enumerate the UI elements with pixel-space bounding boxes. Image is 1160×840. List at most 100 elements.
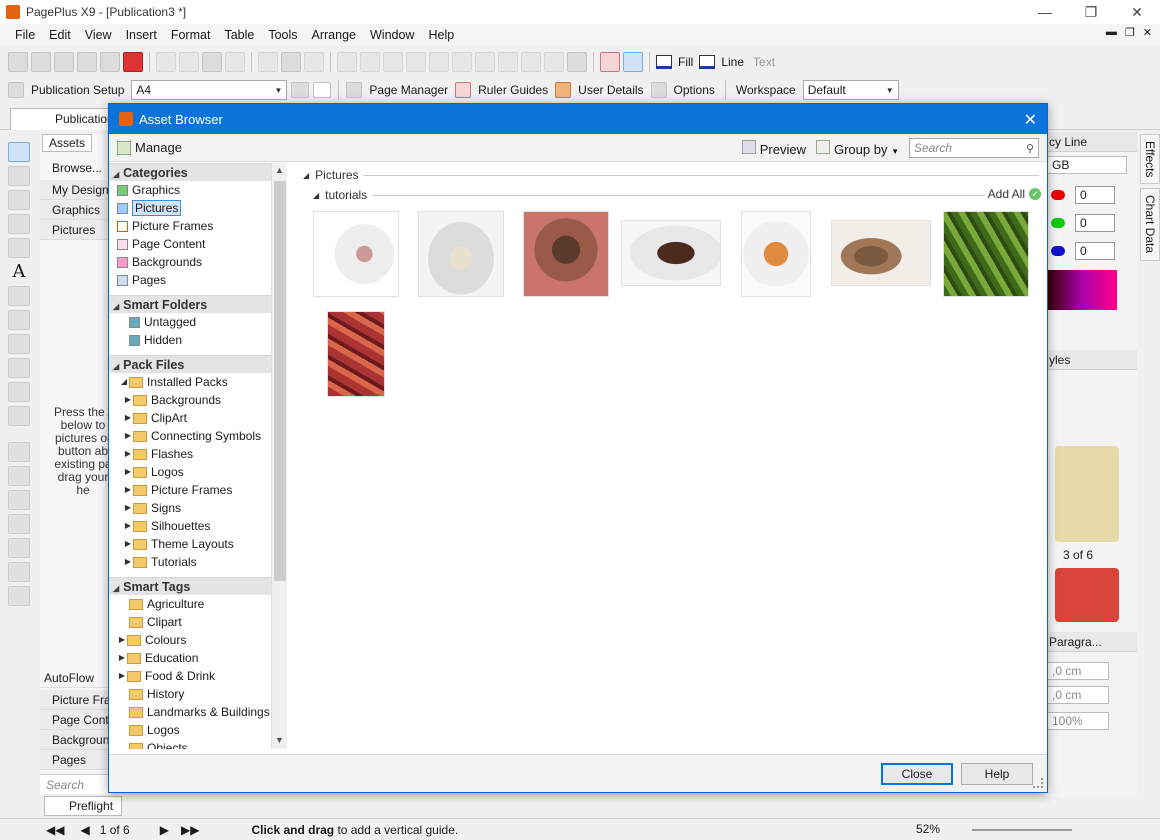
- 3d-tool-icon[interactable]: [8, 586, 30, 606]
- publication-setup-button[interactable]: Publication Setup: [31, 83, 124, 97]
- text-frame-tool-icon[interactable]: [8, 214, 30, 234]
- close-window-button[interactable]: ✕: [1114, 0, 1160, 24]
- paste-icon[interactable]: [202, 52, 222, 72]
- group-by-button[interactable]: Group by ▼: [815, 139, 899, 157]
- pencil-tool-icon[interactable]: [8, 286, 30, 306]
- fill-label[interactable]: Fill: [678, 55, 693, 69]
- send-back-icon[interactable]: [406, 52, 426, 72]
- thumbnail-dessert-plate[interactable]: [418, 211, 504, 297]
- lasso-tool-icon[interactable]: [8, 166, 30, 186]
- thumbnail-shrimp-bowl[interactable]: [741, 211, 811, 297]
- artistic-text-icon[interactable]: A: [8, 262, 30, 282]
- redo-icon[interactable]: [304, 52, 324, 72]
- assets-backgrounds[interactable]: Backgrounds: [40, 730, 110, 750]
- fill-tool-icon[interactable]: [8, 490, 30, 510]
- shape-tool-icon[interactable]: [8, 358, 30, 378]
- glass-tool-icon[interactable]: [8, 514, 30, 534]
- asset-search-input[interactable]: Search ⚲: [909, 138, 1039, 158]
- open-icon[interactable]: [31, 52, 51, 72]
- scrollbar-thumb[interactable]: [274, 181, 286, 581]
- fill-swatch-icon[interactable]: [656, 55, 672, 69]
- table-tool-icon[interactable]: [8, 238, 30, 258]
- connector-tool-icon[interactable]: [8, 382, 30, 402]
- tag-history[interactable]: History: [109, 685, 271, 703]
- scroll-up-icon[interactable]: ▲: [275, 165, 284, 175]
- mdi-restore-icon[interactable]: ❐: [1125, 26, 1135, 39]
- assets-pictures[interactable]: Pictures: [40, 220, 110, 240]
- menu-view[interactable]: View: [78, 24, 119, 46]
- tag-food-drink[interactable]: ▶ Food & Drink: [109, 667, 271, 685]
- assets-search-input[interactable]: Search: [40, 774, 110, 794]
- thumbnail-salad-dish[interactable]: [313, 211, 399, 297]
- pack-silhouettes[interactable]: ▶ Silhouettes: [109, 517, 271, 535]
- assets-tab[interactable]: Assets: [42, 134, 93, 152]
- menu-table[interactable]: Table: [217, 24, 261, 46]
- help-button[interactable]: Help: [961, 763, 1033, 785]
- ruler-guides-button[interactable]: Ruler Guides: [478, 83, 548, 97]
- tag-agriculture[interactable]: Agriculture: [109, 595, 271, 613]
- pdf-icon[interactable]: [123, 52, 143, 72]
- page-layout-icon[interactable]: [291, 82, 310, 98]
- next-page-icon[interactable]: ▶: [160, 823, 169, 837]
- line-swatch-icon[interactable]: [699, 55, 716, 69]
- smart-folder-hidden[interactable]: Hidden: [109, 331, 271, 349]
- preview-button[interactable]: Preview: [741, 139, 806, 157]
- tag-clipart[interactable]: Clipart: [109, 613, 271, 631]
- tag-education[interactable]: ▶ Education: [109, 649, 271, 667]
- pictures-group-header[interactable]: ◢ Pictures: [303, 167, 359, 183]
- mdi-close-icon[interactable]: ✕: [1143, 26, 1152, 39]
- mdi-minimize-icon[interactable]: ▬: [1106, 26, 1117, 39]
- pack-backgrounds[interactable]: ▶ Backgrounds: [109, 391, 271, 409]
- user-details-button[interactable]: User Details: [578, 83, 643, 97]
- pen-tool-icon[interactable]: [8, 310, 30, 330]
- chart-data-tab[interactable]: Chart Data: [1140, 188, 1160, 261]
- wrap-icon[interactable]: [521, 52, 541, 72]
- menu-edit[interactable]: Edit: [42, 24, 78, 46]
- category-picture-frames[interactable]: Picture Frames: [109, 217, 271, 235]
- pack-flashes[interactable]: ▶ Flashes: [109, 445, 271, 463]
- smart-tags-header[interactable]: ◢ Smart Tags: [109, 577, 271, 595]
- print-icon[interactable]: [77, 52, 97, 72]
- browse-button[interactable]: Browse...: [40, 158, 110, 178]
- group-icon[interactable]: [337, 52, 357, 72]
- effects-tab[interactable]: Effects: [1140, 134, 1160, 185]
- thumbnail-green-beans[interactable]: [943, 211, 1029, 297]
- indent-input[interactable]: ,0 cm: [1047, 662, 1109, 680]
- thumbnail-meat-greens[interactable]: [523, 211, 609, 297]
- tutorials-subgroup-header[interactable]: ◢ tutorials: [313, 187, 367, 203]
- page-manager-button[interactable]: Page Manager: [369, 83, 448, 97]
- pack-connecting-symbols[interactable]: ▶ Connecting Symbols: [109, 427, 271, 445]
- snap-icon[interactable]: [623, 52, 643, 72]
- menu-file[interactable]: File: [8, 24, 42, 46]
- pack-files-header[interactable]: ◢ Pack Files: [109, 355, 271, 373]
- menu-arrange[interactable]: Arrange: [305, 24, 363, 46]
- rotate-icon[interactable]: [452, 52, 472, 72]
- pack-theme-layouts[interactable]: ▶ Theme Layouts: [109, 535, 271, 553]
- grid-icon[interactable]: [600, 52, 620, 72]
- smart-folders-header[interactable]: ◢ Smart Folders: [109, 295, 271, 313]
- resize-grip-icon[interactable]: [1033, 778, 1043, 788]
- picture-tool-icon[interactable]: [8, 406, 30, 426]
- ruler-guides-icon[interactable]: [455, 82, 472, 98]
- tag-landmarks[interactable]: Landmarks & Buildings: [109, 703, 271, 721]
- menu-window[interactable]: Window: [363, 24, 421, 46]
- colour-model-select[interactable]: GB: [1047, 156, 1127, 174]
- assets-my-designs[interactable]: My Designs: [40, 180, 110, 200]
- user-details-icon[interactable]: [555, 82, 572, 98]
- format-painter-icon[interactable]: [225, 52, 245, 72]
- assets-pages[interactable]: Pages: [40, 750, 110, 770]
- page-preview-thumbnail[interactable]: [1055, 568, 1119, 622]
- menu-help[interactable]: Help: [421, 24, 461, 46]
- crop-tool-icon[interactable]: [8, 442, 30, 462]
- thumbnail-red-peppers[interactable]: [327, 311, 385, 397]
- pointer-tool-icon[interactable]: [8, 142, 30, 162]
- pack-clipart[interactable]: ▶ ClipArt: [109, 409, 271, 427]
- category-page-content[interactable]: Page Content: [109, 235, 271, 253]
- smart-folder-untagged[interactable]: Untagged: [109, 313, 271, 331]
- page-color-icon[interactable]: [313, 82, 332, 98]
- zoom-slider[interactable]: [972, 829, 1072, 831]
- new-icon[interactable]: [8, 52, 28, 72]
- green-value-input[interactable]: 0: [1075, 214, 1115, 232]
- cut-icon[interactable]: [156, 52, 176, 72]
- page-manager-icon[interactable]: [346, 82, 363, 98]
